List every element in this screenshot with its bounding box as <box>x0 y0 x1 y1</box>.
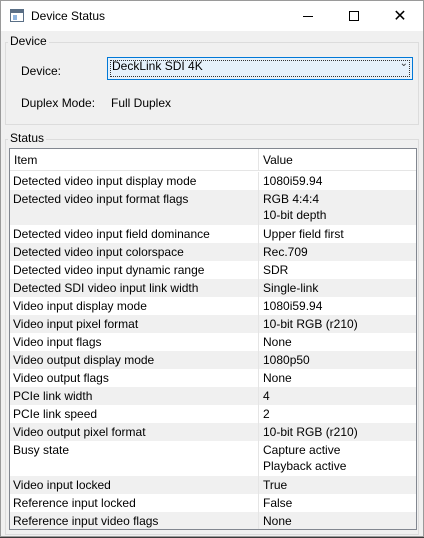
row-value-cell: False <box>263 496 293 510</box>
row-item-cell: Busy state <box>13 443 70 457</box>
row-value-cell: 4 <box>263 389 270 403</box>
row-value-cell: SDR <box>263 263 289 277</box>
device-groupbox <box>5 42 419 125</box>
table-row[interactable]: Video input pixel format 10-bit RGB (r210… <box>10 315 416 333</box>
row-value-cell: None <box>263 371 292 385</box>
table-row[interactable]: Detected video input field dominance Uppe… <box>10 225 416 243</box>
row-item-cell: Video input pixel format <box>13 317 139 331</box>
device-label: Device: <box>21 64 62 78</box>
row-item-cell: Detected video input display mode <box>13 174 197 188</box>
row-value-cell: True <box>263 478 288 492</box>
row-item-cell: Video output pixel format <box>13 425 146 439</box>
column-header-value[interactable]: Value <box>263 153 293 167</box>
row-value-cell: 10-bit RGB (r210) <box>263 425 358 439</box>
row-item-cell: Detected video input dynamic range <box>13 263 205 277</box>
row-value-cell: Single-link <box>263 281 319 295</box>
row-value-cell: 1080i59.94 <box>263 299 323 313</box>
row-value-cell: None <box>263 335 292 349</box>
row-value-cell: 2 <box>263 407 270 421</box>
table-row[interactable]: Reference input locked False <box>10 494 416 512</box>
table-row[interactable]: Detected SDI video input link width Singl… <box>10 279 416 297</box>
table-row[interactable]: Video output pixel format 10-bit RGB (r21… <box>10 423 416 441</box>
device-status-window: Device Status ✕ Device Device: DeckLink … <box>0 0 424 537</box>
table-row[interactable]: Video output flags None <box>10 369 416 387</box>
table-row[interactable]: Detected video input display mode 1080i59… <box>10 172 416 190</box>
row-item-cell: Detected video input colorspace <box>13 245 184 259</box>
grid-header: Item Value <box>10 149 416 171</box>
table-row[interactable]: PCIe link speed 2 <box>10 405 416 423</box>
window-app-icon <box>10 9 24 22</box>
row-value-cell: Capture active <box>263 443 341 457</box>
table-row[interactable]: Busy state Capture active Playback active <box>10 441 416 476</box>
title-bar[interactable]: Device Status ✕ <box>1 1 423 31</box>
row-value-cell: None <box>263 514 292 528</box>
close-button[interactable]: ✕ <box>377 1 423 31</box>
duplex-mode-label: Duplex Mode: <box>21 96 96 110</box>
minimize-button[interactable] <box>285 1 331 31</box>
row-item-cell: Detected video input format flags <box>13 192 189 206</box>
row-item-cell: Detected SDI video input link width <box>13 281 199 295</box>
row-item-cell: Video input display mode <box>13 299 147 313</box>
table-row[interactable]: Detected video input colorspace Rec.709 <box>10 243 416 261</box>
row-item-cell: Video input flags <box>13 335 102 349</box>
device-select[interactable]: DeckLink SDI 4K ⌄ <box>107 57 413 80</box>
table-row[interactable]: PCIe link width 4 <box>10 387 416 405</box>
device-select-value: DeckLink SDI 4K <box>112 59 203 73</box>
row-item-cell: PCIe link width <box>13 389 93 403</box>
close-icon: ✕ <box>393 6 407 25</box>
chevron-down-icon: ⌄ <box>399 58 408 69</box>
row-value-cell: 1080p50 <box>263 353 310 367</box>
status-grid[interactable]: Item Value Detected video input display … <box>9 148 417 530</box>
row-item-cell: Video input locked <box>13 478 111 492</box>
maximize-button[interactable] <box>331 1 377 31</box>
row-value-cell: Playback active <box>263 459 347 473</box>
status-group-label: Status <box>8 131 47 145</box>
window-title: Device Status <box>31 9 106 23</box>
duplex-mode-value: Full Duplex <box>111 96 172 110</box>
row-value-cell: 1080i59.94 <box>263 174 323 188</box>
row-value-cell: 10-bit depth <box>263 208 327 222</box>
minimize-icon <box>303 15 313 17</box>
table-row[interactable]: Video output display mode 1080p50 <box>10 351 416 369</box>
maximize-icon <box>349 11 359 21</box>
device-group-label: Device <box>8 34 49 48</box>
row-value-cell: Upper field first <box>263 227 344 241</box>
row-item-cell: Reference input video flags <box>13 514 159 528</box>
table-row[interactable]: Reference input video flags None <box>10 512 416 529</box>
table-row[interactable]: Video input locked True <box>10 476 416 494</box>
row-value-cell: 10-bit RGB (r210) <box>263 317 358 331</box>
row-item-cell: PCIe link speed <box>13 407 98 421</box>
row-value-cell: RGB 4:4:4 <box>263 192 320 206</box>
row-item-cell: Video output flags <box>13 371 109 385</box>
row-item-cell: Video output display mode <box>13 353 155 367</box>
row-item-cell: Detected video input field dominance <box>13 227 210 241</box>
column-header-item[interactable]: Item <box>14 153 37 167</box>
table-row[interactable]: Detected video input dynamic range SDR <box>10 261 416 279</box>
table-row[interactable]: Video input flags None <box>10 333 416 351</box>
row-item-cell: Reference input locked <box>13 496 136 510</box>
table-row[interactable]: Detected video input format flags RGB 4:4… <box>10 190 416 225</box>
table-row[interactable]: Video input display mode 1080i59.94 <box>10 297 416 315</box>
row-value-cell: Rec.709 <box>263 245 308 259</box>
